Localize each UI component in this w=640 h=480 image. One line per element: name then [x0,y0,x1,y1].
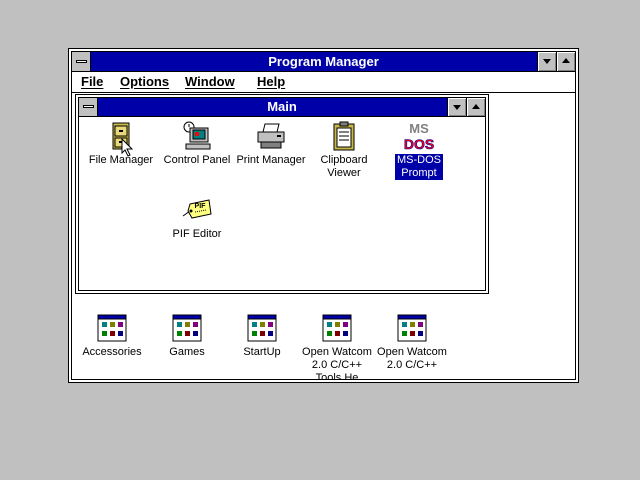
maximize-arrow-icon [562,58,570,63]
minimize-arrow-icon [453,105,461,110]
ms-dos-prompt-label: MS-DOS Prompt [395,154,443,180]
printer-icon [257,123,285,149]
svg-text:DOS: DOS [404,136,434,152]
main-system-menu-button[interactable] [79,98,98,116]
main-group-frame: Main File Manager Control Panel Print Ma… [78,97,486,291]
file-cabinet-icon [112,122,130,150]
system-menu-icon [76,60,87,63]
group-games[interactable]: Games [147,312,227,359]
menu-options[interactable]: Options [120,73,169,91]
group-open-watcom-tools-help-label: Open Watcom 2.0 C/C++ Tools He [302,346,372,380]
group-startup[interactable]: StartUp [222,312,302,359]
group-open-watcom[interactable]: Open Watcom 2.0 C/C++ [372,312,452,372]
main-group-title: Main [267,99,297,114]
group-open-watcom-label: Open Watcom 2.0 C/C++ [377,346,447,371]
program-manager-titlebar[interactable]: Program Manager [72,52,575,72]
clipboard-viewer-label: Clipboard Viewer [320,154,368,179]
clipboard-icon [333,121,355,151]
clipboard-viewer-icon-item[interactable]: Clipboard Viewer [304,120,384,180]
program-group-icon [172,314,202,342]
control-panel-icon-item[interactable]: Control Panel [157,120,237,167]
menu-help[interactable]: Help [257,73,285,91]
main-maximize-button[interactable] [466,98,485,116]
control-panel-icon [183,121,211,150]
group-games-label: Games [169,346,205,358]
file-manager-label: File Manager [88,154,154,166]
svg-text:MS: MS [409,121,429,136]
ms-dos-prompt-icon-item[interactable]: MS DOS MS-DOS Prompt [379,120,459,180]
group-accessories[interactable]: Accessories [72,312,152,359]
window-title: Program Manager [268,54,379,69]
group-open-watcom-tools-help[interactable]: Open Watcom 2.0 C/C++ Tools He [297,312,377,380]
program-group-icon [397,314,427,342]
file-manager-icon-item[interactable]: File Manager [81,120,161,167]
pif-tag-icon: PIF [182,199,212,219]
program-manager-window[interactable]: Program Manager File Options Window Help… [68,48,579,383]
control-panel-label: Control Panel [163,154,231,166]
ms-dos-icon: MS DOS [404,121,435,152]
pif-editor-icon-item[interactable]: PIF PIF Editor [157,194,237,241]
program-group-icon [322,314,352,342]
program-manager-frame: Program Manager File Options Window Help… [71,51,576,380]
program-group-icon [97,314,127,342]
maximize-arrow-icon [472,104,480,109]
menu-file[interactable]: File [81,73,103,91]
group-startup-label: StartUp [243,346,281,358]
main-group-window[interactable]: Main File Manager Control Panel Print Ma… [75,94,489,294]
maximize-button[interactable] [556,52,575,71]
pif-editor-label: PIF Editor [172,228,222,240]
main-minimize-button[interactable] [447,98,466,116]
svg-text:PIF: PIF [195,203,207,210]
minimize-button[interactable] [537,52,556,71]
minimize-arrow-icon [543,59,551,64]
menu-bar: File Options Window Help [72,72,575,93]
system-menu-button[interactable] [72,52,91,71]
print-manager-icon-item[interactable]: Print Manager [231,120,311,167]
group-accessories-label: Accessories [82,346,142,358]
print-manager-label: Print Manager [236,154,306,166]
menu-window[interactable]: Window [185,73,235,91]
program-group-icon [247,314,277,342]
system-menu-icon [83,105,94,108]
main-group-titlebar[interactable]: Main [79,98,485,117]
